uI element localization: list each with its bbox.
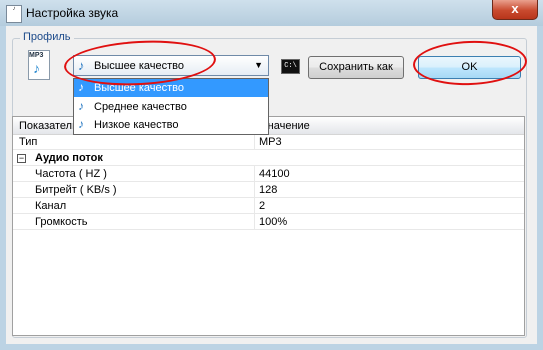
properties-grid: Показатель Значение Тип MP3 − Аудио пото… — [12, 116, 525, 336]
title-bar: ♪ Настройка звука x — [0, 0, 543, 27]
profile-combobox[interactable]: ♪ Высшее качество ▼ — [73, 55, 269, 76]
grid-row[interactable]: Тип MP3 — [13, 134, 524, 150]
command-line-icon[interactable]: C:\ — [281, 59, 300, 74]
column-header-name[interactable]: Показатель — [19, 120, 78, 132]
dropdown-option[interactable]: ♪ Низкое качество — [74, 116, 268, 134]
ok-button[interactable]: OK — [418, 56, 521, 79]
grid-row[interactable]: Громкость 100% — [13, 214, 524, 230]
music-note-icon: ♪ — [78, 58, 85, 73]
app-icon: ♪ — [6, 5, 22, 23]
profile-selected-value: Высшее качество — [94, 60, 185, 72]
dropdown-option[interactable]: ♪ Высшее качество — [74, 79, 268, 97]
music-note-icon: ♪ — [78, 117, 84, 131]
chevron-down-icon[interactable]: ▼ — [254, 60, 263, 70]
dropdown-option[interactable]: ♪ Среднее качество — [74, 98, 268, 116]
profile-group-label: Профиль — [20, 31, 74, 43]
grid-row[interactable]: Частота ( HZ ) 44100 — [13, 166, 524, 182]
collapse-icon[interactable]: − — [17, 154, 26, 163]
music-note-icon: ♪ — [78, 99, 84, 113]
grid-row[interactable]: Канал 2 — [13, 198, 524, 214]
grid-row[interactable]: Битрейт ( KB/s ) 128 — [13, 182, 524, 198]
audio-settings-dialog: ♪ Настройка звука x Профиль MP3 ♪ ♪ Высш… — [0, 0, 543, 350]
window-title: Настройка звука — [26, 6, 119, 20]
save-as-button[interactable]: Сохранить как — [308, 56, 404, 79]
music-note-icon: ♪ — [78, 80, 84, 94]
close-button[interactable]: x — [492, 0, 538, 20]
grid-category-row[interactable]: − Аудио поток — [13, 150, 524, 166]
profile-dropdown-list: ♪ Высшее качество ♪ Среднее качество ♪ Н… — [73, 78, 269, 135]
mp3-file-icon: MP3 ♪ — [28, 50, 50, 80]
